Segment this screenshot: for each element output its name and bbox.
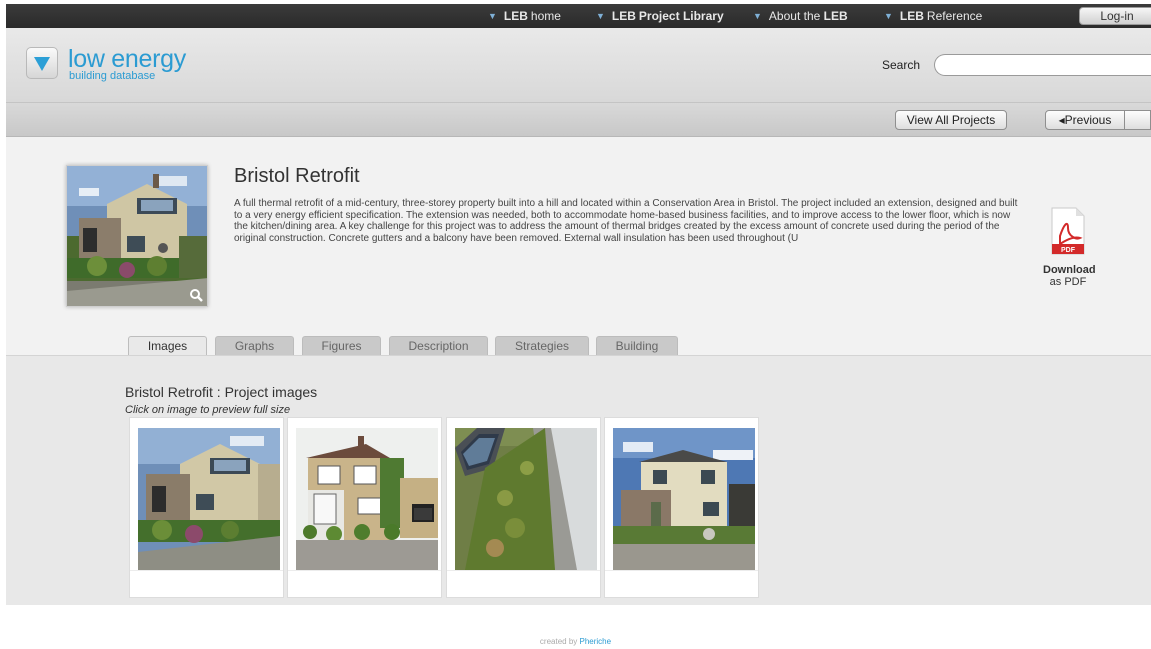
house-photo [613, 428, 755, 570]
as-pdf-label: as PDF [1049, 276, 1087, 288]
image-thumbnail[interactable] [296, 428, 438, 570]
pdf-icon: PDF [1051, 207, 1085, 255]
images-section-hint: Click on image to preview full size [125, 404, 291, 416]
triangle-down-icon: ▼ [596, 11, 605, 21]
top-navigation-bar: ▼ LEB home ▼ LEB Project Library ▼ About the … [6, 4, 1151, 28]
footer-prefix: created by [539, 637, 578, 646]
pdf-icon-text: PDF [1061, 247, 1076, 254]
house-photo [296, 428, 438, 570]
project-images-panel: Bristol Retrofit : Project images Click … [6, 355, 1151, 605]
image-caption [605, 570, 758, 597]
logo-title[interactable]: low energy [68, 47, 186, 72]
green-roof-photo [455, 428, 597, 570]
image-caption [447, 570, 600, 597]
nav-link-leb-home[interactable]: ▼ LEB home [488, 4, 561, 28]
project-navigation-bar: View All Projects ◂Previous [6, 103, 1151, 137]
site-header: low energy building database Search [6, 28, 1151, 103]
search-input[interactable] [934, 54, 1151, 76]
download-pdf-link[interactable]: PDF Download as PDF [1043, 206, 1096, 288]
triangle-down-icon: ▼ [753, 11, 762, 21]
login-button[interactable]: Log-in [1079, 7, 1151, 25]
tab-graphs[interactable]: Graphs [215, 336, 294, 355]
logo-subtitle: building database [69, 70, 156, 82]
image-caption [130, 570, 283, 597]
footer-brand-link[interactable]: Pheriche [580, 637, 612, 646]
tab-strategies[interactable]: Strategies [495, 336, 589, 355]
previous-button[interactable]: ◂Previous [1045, 110, 1125, 130]
image-card[interactable] [446, 417, 601, 598]
nav-link-project-library[interactable]: ▼ LEB Project Library [596, 4, 724, 28]
project-tabs: Images Graphs Figures Description Strate… [6, 336, 1151, 355]
image-thumbnail[interactable] [138, 428, 280, 570]
triangle-down-icon: ▼ [488, 11, 497, 21]
house-photo [138, 428, 280, 570]
next-button[interactable] [1124, 110, 1151, 130]
tab-figures[interactable]: Figures [302, 336, 381, 355]
project-main-image[interactable] [66, 165, 208, 307]
image-card[interactable] [604, 417, 759, 598]
tab-building[interactable]: Building [596, 336, 678, 355]
download-label: Download [1043, 264, 1096, 276]
nav-link-about-leb[interactable]: ▼ About the LEB [753, 4, 851, 28]
image-caption [288, 570, 441, 597]
view-all-projects-button[interactable]: View All Projects [895, 110, 1007, 130]
image-thumbnail[interactable] [455, 428, 597, 570]
project-summary: Bristol Retrofit A full thermal retrofit… [6, 137, 1151, 355]
image-thumbnail[interactable] [613, 428, 755, 570]
project-description: A full thermal retrofit of a mid-century… [234, 198, 1018, 245]
logo-icon[interactable] [26, 47, 58, 79]
nav-link-leb-reference[interactable]: ▼ LEB Reference [884, 4, 982, 28]
tab-description[interactable]: Description [389, 336, 488, 355]
image-card[interactable] [129, 417, 284, 598]
images-section-title: Bristol Retrofit : Project images [125, 384, 318, 400]
house-photo [67, 166, 207, 306]
triangle-down-icon: ▼ [884, 11, 893, 21]
image-card[interactable] [287, 417, 442, 598]
project-title: Bristol Retrofit [234, 165, 360, 187]
search-label: Search [882, 58, 921, 72]
tab-images[interactable]: Images [128, 336, 207, 355]
zoom-icon[interactable] [189, 288, 203, 302]
footer-credit: created by Pheriche [0, 637, 1151, 646]
